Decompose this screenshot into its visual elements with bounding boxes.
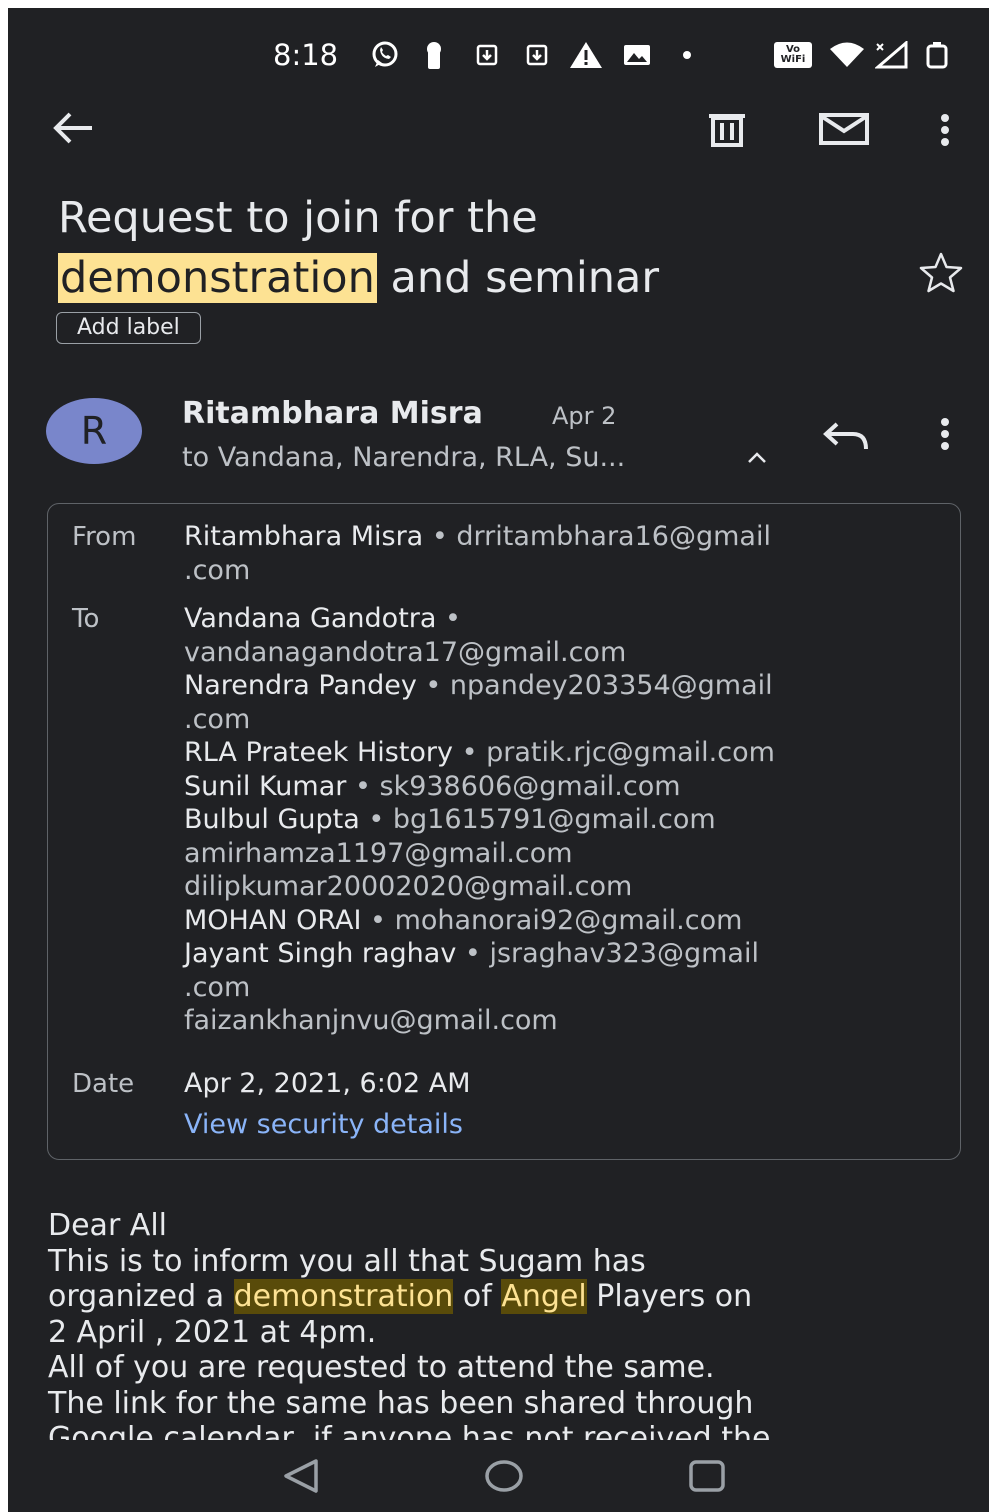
date-label: Date bbox=[72, 1069, 135, 1099]
nav-recents-icon[interactable] bbox=[688, 1458, 726, 1498]
chevron-up-icon[interactable] bbox=[744, 448, 770, 468]
back-arrow-icon[interactable] bbox=[50, 108, 96, 148]
whatsapp-icon bbox=[368, 41, 402, 68]
download-box-icon-2 bbox=[524, 42, 550, 68]
from-email: drritambhara16@gmail bbox=[456, 521, 771, 552]
sender-date: Apr 2 bbox=[552, 402, 617, 430]
signal-icon bbox=[874, 41, 910, 69]
nav-home-icon[interactable] bbox=[484, 1458, 524, 1498]
recipient-row: Narendra Pandey • npandey203354@gmail bbox=[184, 670, 773, 701]
wifi-icon bbox=[828, 42, 866, 68]
recipients-summary[interactable]: to Vandana, Narendra, RLA, Su... bbox=[182, 442, 625, 473]
recipient-row: MOHAN ORAI • mohanorai92@gmail.com bbox=[184, 904, 743, 936]
star-icon[interactable] bbox=[916, 250, 966, 294]
recipient-row: amirhamza1197@gmail.com bbox=[184, 837, 573, 869]
view-security-details-link[interactable]: View security details bbox=[184, 1109, 463, 1140]
body-highlight: Angel bbox=[501, 1279, 587, 1314]
subject-highlight: demonstration bbox=[58, 253, 377, 303]
email-subject: Request to join for the demonstration an… bbox=[58, 188, 918, 308]
status-time: 8:18 bbox=[273, 38, 339, 72]
recipient-row: RLA Prateek History • pratik.rjc@gmail.c… bbox=[184, 737, 775, 768]
warning-icon bbox=[568, 42, 604, 68]
add-label-button[interactable]: Add label bbox=[56, 312, 201, 344]
recipient-row: Vandana Gandotra • bbox=[184, 603, 461, 634]
email-body: Dear All This is to inform you all that … bbox=[48, 1208, 771, 1456]
from-name: Ritambhara Misra bbox=[184, 521, 424, 552]
navigation-bar bbox=[8, 1440, 989, 1512]
to-list: Vandana Gandotra • vandanagandotra17@gma… bbox=[184, 602, 944, 1038]
dot-icon bbox=[680, 42, 694, 68]
trash-icon[interactable] bbox=[704, 108, 750, 150]
subject-text-1: Request to join for the bbox=[58, 193, 538, 243]
image-icon bbox=[622, 42, 652, 68]
sender-name: Ritambhara Misra bbox=[182, 396, 483, 431]
from-label: From bbox=[72, 522, 137, 552]
details-panel: From Ritambhara Misra • drritambhara16@g… bbox=[47, 503, 961, 1160]
battery-icon bbox=[924, 42, 950, 69]
more-vert-icon[interactable] bbox=[930, 110, 960, 150]
recipient-row: faizankhanjnvu@gmail.com bbox=[184, 1005, 558, 1036]
recipient-row: Jayant Singh raghav • jsraghav323@gmail bbox=[184, 938, 759, 969]
from-value: Ritambhara Misra • drritambhara16@gmail … bbox=[184, 521, 771, 586]
recipient-row: dilipkumar20002020@gmail.com bbox=[184, 871, 633, 902]
subject-text-2: and seminar bbox=[390, 253, 660, 303]
email-screen: 8:18 Vo WiFi Request to join for the dem… bbox=[8, 8, 989, 1512]
message-more-icon[interactable] bbox=[930, 414, 960, 454]
reply-icon[interactable] bbox=[820, 416, 872, 456]
to-label: To bbox=[72, 604, 100, 634]
date-value: Apr 2, 2021, 6:02 AM bbox=[184, 1068, 471, 1099]
recipient-row: Sunil Kumar • sk938606@gmail.com bbox=[184, 770, 681, 802]
keyhole-icon bbox=[422, 42, 446, 69]
body-highlight: demonstration bbox=[233, 1279, 454, 1314]
nav-back-icon[interactable] bbox=[282, 1458, 320, 1498]
recipient-row: Bulbul Gupta • bg1615791@gmail.com bbox=[184, 804, 716, 835]
mail-icon[interactable] bbox=[818, 108, 870, 150]
download-box-icon bbox=[474, 42, 500, 68]
vowifi-icon: Vo WiFi bbox=[774, 42, 812, 68]
avatar[interactable]: R bbox=[46, 398, 142, 464]
